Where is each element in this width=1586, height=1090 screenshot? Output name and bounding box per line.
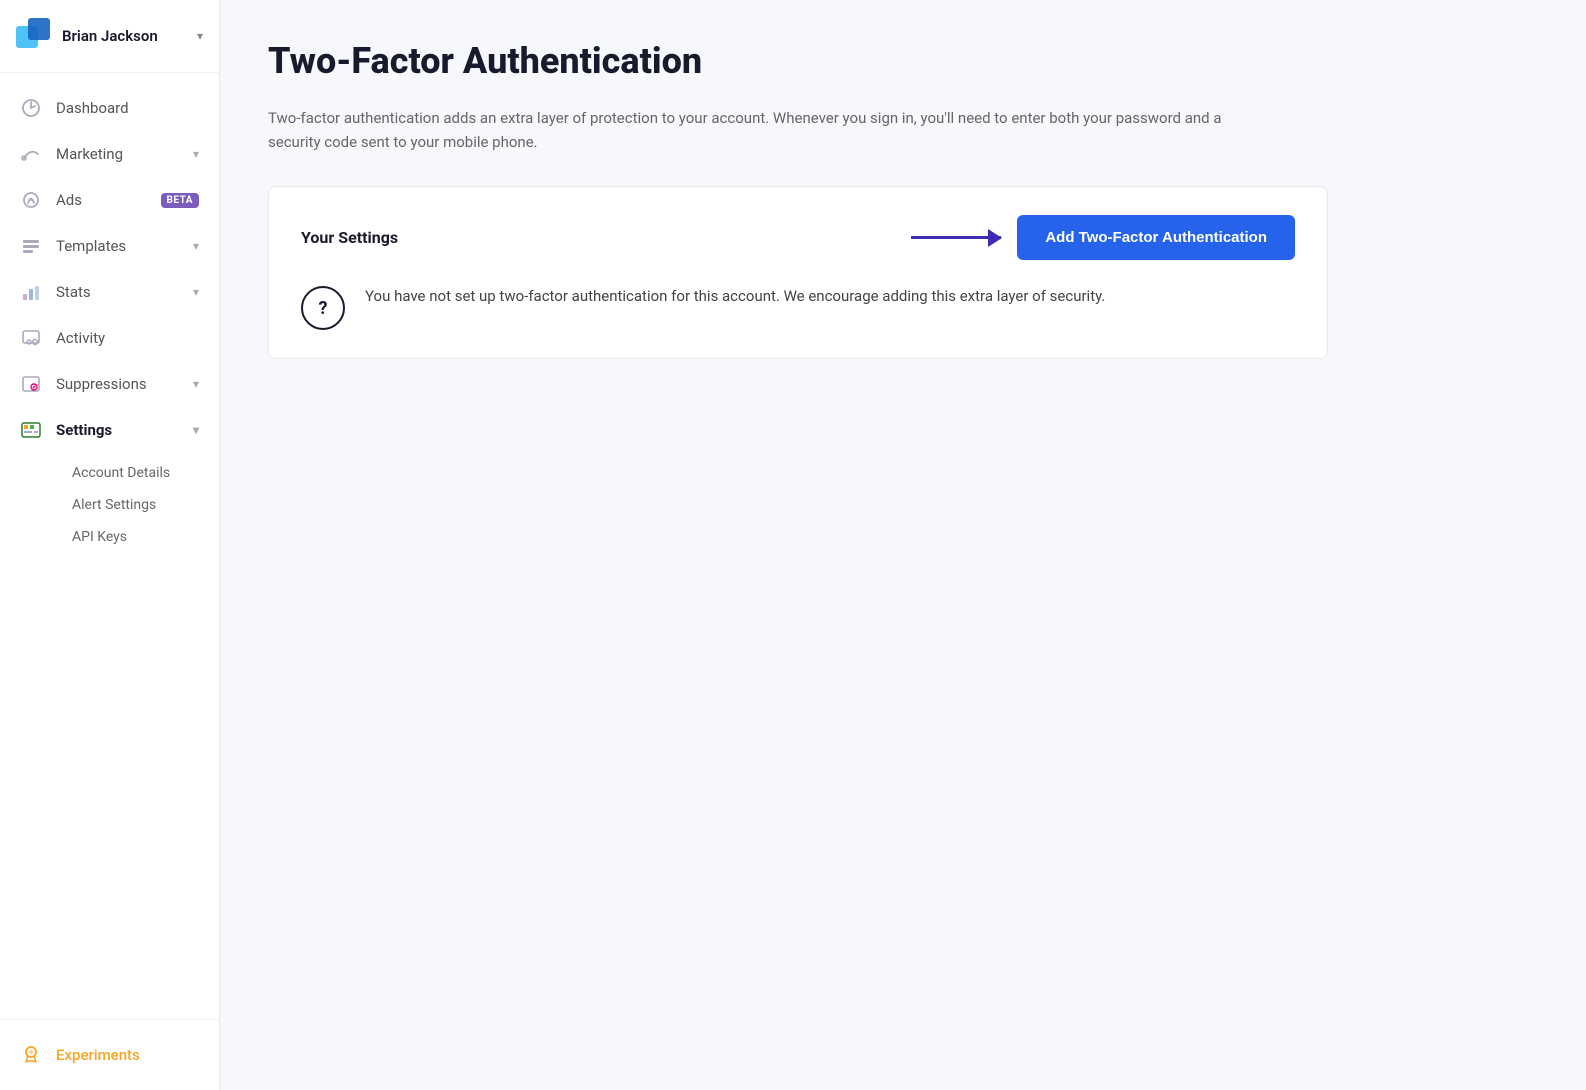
templates-icon bbox=[20, 235, 42, 257]
experiments-icon bbox=[20, 1044, 42, 1066]
sub-nav-api-keys[interactable]: API Keys bbox=[56, 521, 219, 553]
activity-icon bbox=[20, 327, 42, 349]
settings-message: You have not set up two-factor authentic… bbox=[365, 284, 1105, 310]
main-content: Two-Factor Authentication Two-factor aut… bbox=[220, 0, 1586, 1090]
sidebar-item-stats[interactable]: Stats ▾ bbox=[0, 269, 219, 315]
sub-nav-alert-settings[interactable]: Alert Settings bbox=[56, 489, 219, 521]
arrow-button-group: Add Two-Factor Authentication bbox=[911, 215, 1295, 260]
sub-nav-account-details[interactable]: Account Details bbox=[56, 457, 219, 489]
marketing-chevron-icon: ▾ bbox=[193, 147, 199, 161]
arrow-line bbox=[911, 236, 1001, 239]
suppressions-chevron-icon: ▾ bbox=[193, 377, 199, 391]
card-header: Your Settings Add Two-Factor Authenticat… bbox=[301, 215, 1295, 260]
settings-label: Settings bbox=[56, 421, 179, 439]
experiments-label: Experiments bbox=[56, 1046, 140, 1064]
sidebar-item-dashboard[interactable]: Dashboard bbox=[0, 85, 219, 131]
dashboard-label: Dashboard bbox=[56, 99, 199, 117]
username-label: Brian Jackson bbox=[62, 27, 187, 45]
sidebar-footer: Experiments bbox=[0, 1019, 219, 1090]
beta-badge: BETA bbox=[161, 193, 200, 208]
templates-label: Templates bbox=[56, 237, 179, 255]
user-profile[interactable]: Brian Jackson ▾ bbox=[0, 0, 219, 73]
suppressions-label: Suppressions bbox=[56, 375, 179, 393]
marketing-label: Marketing bbox=[56, 145, 179, 163]
marketing-icon bbox=[20, 143, 42, 165]
question-icon: ? bbox=[301, 286, 345, 330]
settings-icon bbox=[20, 419, 42, 441]
settings-chevron-icon: ▾ bbox=[193, 423, 199, 437]
settings-sub-nav: Account Details Alert Settings API Keys bbox=[0, 453, 219, 557]
app-logo bbox=[16, 18, 52, 54]
page-description: Two-factor authentication adds an extra … bbox=[268, 106, 1268, 154]
card-title: Your Settings bbox=[301, 228, 398, 247]
ads-label: Ads bbox=[56, 191, 143, 209]
two-factor-settings-card: Your Settings Add Two-Factor Authenticat… bbox=[268, 186, 1328, 359]
stats-chevron-icon: ▾ bbox=[193, 285, 199, 299]
ads-icon bbox=[20, 189, 42, 211]
stats-label: Stats bbox=[56, 283, 179, 301]
sidebar-item-settings[interactable]: Settings ▾ bbox=[0, 407, 219, 453]
sidebar-item-templates[interactable]: Templates ▾ bbox=[0, 223, 219, 269]
sidebar-item-activity[interactable]: Activity bbox=[0, 315, 219, 361]
user-chevron-icon: ▾ bbox=[197, 29, 203, 43]
card-body: ? You have not set up two-factor authent… bbox=[301, 284, 1295, 330]
stats-icon bbox=[20, 281, 42, 303]
sidebar-item-ads[interactable]: Ads BETA bbox=[0, 177, 219, 223]
page-title: Two-Factor Authentication bbox=[268, 40, 1538, 82]
sidebar-item-marketing[interactable]: Marketing ▾ bbox=[0, 131, 219, 177]
sidebar-item-experiments[interactable]: Experiments bbox=[0, 1032, 219, 1078]
activity-label: Activity bbox=[56, 329, 199, 347]
sidebar: Brian Jackson ▾ Dashboard Marke bbox=[0, 0, 220, 1090]
dashboard-icon bbox=[20, 97, 42, 119]
templates-chevron-icon: ▾ bbox=[193, 239, 199, 253]
arrow-graphic bbox=[911, 236, 1001, 239]
add-two-factor-button[interactable]: Add Two-Factor Authentication bbox=[1017, 215, 1295, 260]
main-nav: Dashboard Marketing ▾ Ads bbox=[0, 73, 219, 1019]
sidebar-item-suppressions[interactable]: Suppressions ▾ bbox=[0, 361, 219, 407]
suppressions-icon bbox=[20, 373, 42, 395]
